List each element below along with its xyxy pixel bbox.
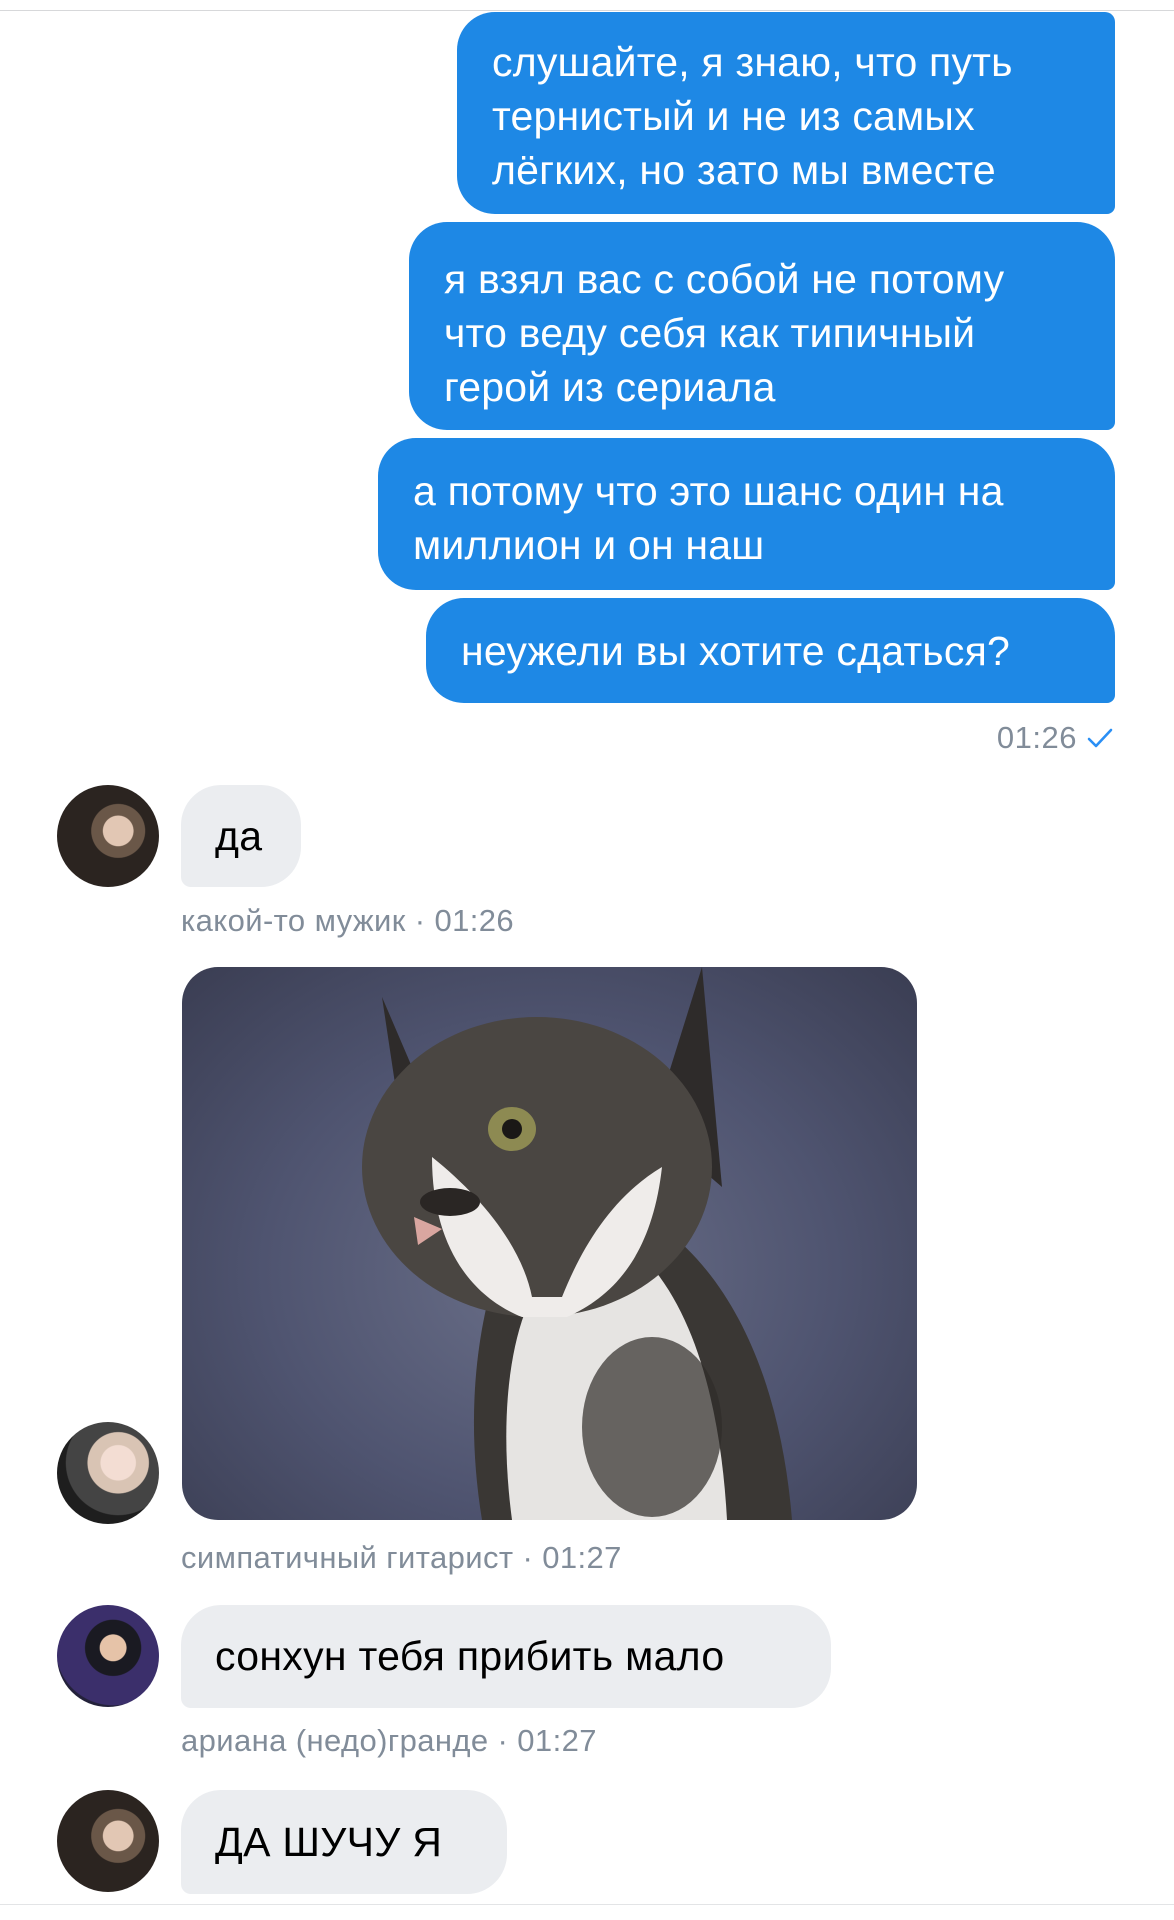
message-time: 01:26	[434, 903, 515, 938]
message-time: 01:27	[517, 1723, 597, 1758]
bottom-divider	[0, 1904, 1174, 1905]
avatar[interactable]	[57, 1790, 159, 1892]
sender-name[interactable]: ариана (недо)гранде	[181, 1723, 498, 1758]
top-divider	[0, 10, 1174, 11]
check-icon	[1087, 728, 1113, 748]
message-time: 01:27	[542, 1540, 622, 1575]
message-meta: ариана (недо)гранде · 01:27	[181, 1723, 597, 1758]
incoming-message[interactable]: ДА ШУЧУ Я	[181, 1790, 507, 1894]
incoming-message[interactable]: да	[181, 785, 301, 887]
outgoing-message[interactable]: неужели вы хотите сдаться?	[426, 598, 1115, 703]
sender-name[interactable]: симпатичный гитарист	[181, 1540, 513, 1575]
cat-photo[interactable]	[182, 967, 917, 1520]
cat-image	[362, 967, 792, 1520]
avatar[interactable]	[57, 785, 159, 887]
avatar[interactable]	[57, 1605, 159, 1707]
incoming-message[interactable]: сонхун тебя прибить мало	[181, 1605, 831, 1708]
message-meta: какой-то мужик · 01:26	[181, 903, 515, 938]
outgoing-message[interactable]: слушайте, я знаю, что путь тернистый и н…	[457, 12, 1115, 214]
outgoing-message[interactable]: а потому что это шанс один на миллион и …	[378, 438, 1115, 590]
outgoing-meta: 01:26	[997, 718, 1113, 758]
message-time: 01:26	[996, 720, 1077, 755]
message-meta: симпатичный гитарист · 01:27	[181, 1540, 622, 1575]
outgoing-message[interactable]: я взял вас с собой не потому что веду се…	[409, 222, 1115, 430]
sender-name[interactable]: какой-то мужик	[181, 903, 406, 938]
avatar[interactable]	[57, 1422, 159, 1524]
